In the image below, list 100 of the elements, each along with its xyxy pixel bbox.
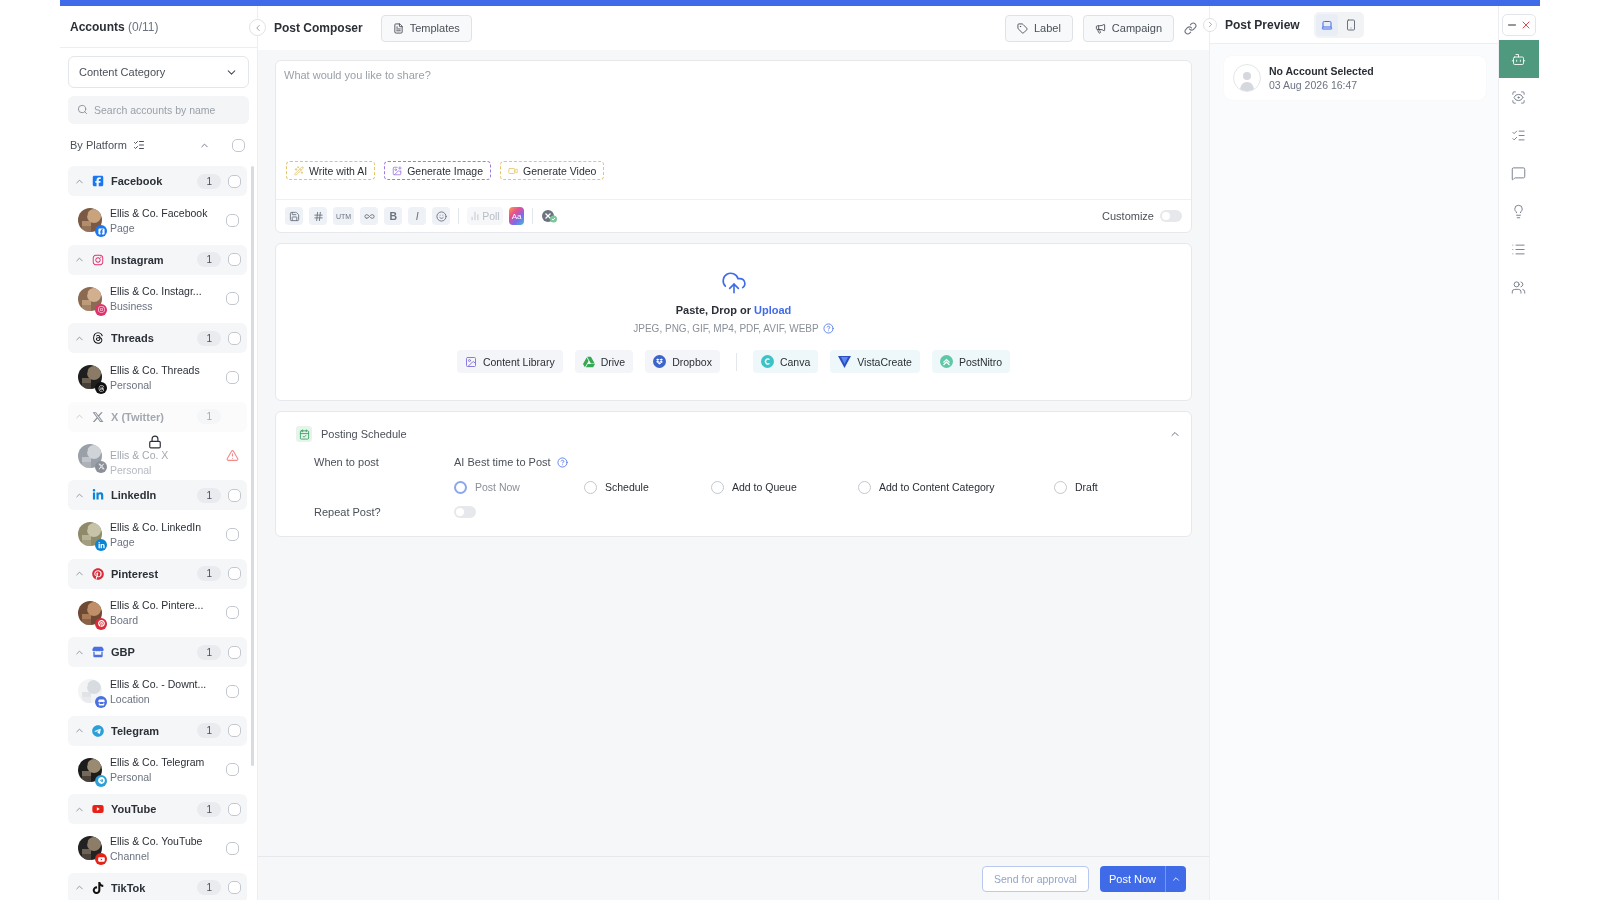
chevron-icon[interactable] <box>74 882 85 893</box>
platform-icon <box>92 410 104 423</box>
checkbox[interactable] <box>232 138 245 152</box>
text-style-button[interactable]: Aa <box>508 207 525 225</box>
upload-link[interactable]: Upload <box>754 304 792 316</box>
category-select[interactable]: Content Category <box>68 56 249 88</box>
postnitro-icon <box>939 355 953 368</box>
source-button[interactable]: Dropbox <box>645 350 720 373</box>
platform-icon <box>92 646 104 658</box>
tag-icon <box>1016 22 1028 34</box>
platform-header[interactable]: TikTok 1 <box>68 872 247 900</box>
bold-button[interactable]: B <box>384 207 403 225</box>
save-button[interactable] <box>285 207 303 225</box>
platform-name: Pinterest <box>111 567 159 580</box>
source-button[interactable]: Canva <box>752 350 819 373</box>
platform-icon <box>92 253 104 266</box>
repeat-toggle[interactable] <box>454 506 476 518</box>
platform-name: GBP <box>111 646 135 658</box>
account-row[interactable]: Ellis & Co. Threads Personal <box>68 355 247 400</box>
checkbox[interactable] <box>226 841 239 855</box>
infinity-button[interactable] <box>360 207 379 225</box>
post-now-button[interactable]: Post Now <box>1099 865 1165 892</box>
source-button[interactable]: Content Library <box>456 350 563 373</box>
platform-header[interactable]: YouTube 1 <box>68 794 247 824</box>
bot-button[interactable] <box>1498 40 1539 78</box>
customize-toggle[interactable] <box>1160 210 1182 222</box>
platform-name: LinkedIn <box>111 489 157 501</box>
count-badge: 1 <box>197 409 221 424</box>
hashtag-button[interactable] <box>309 207 327 225</box>
account-row[interactable]: Ellis & Co. LinkedIn Page <box>68 512 247 557</box>
account-name: Ellis & Co. Instagr... <box>110 285 202 298</box>
document-icon <box>392 22 404 34</box>
checkbox[interactable] <box>228 331 241 345</box>
platform-header[interactable]: Threads 1 <box>68 323 247 353</box>
generate-image-button[interactable]: Generate Image <box>384 161 492 180</box>
account-name: No Account Selected <box>1269 65 1374 77</box>
account-name: Ellis & Co. Facebook <box>110 206 208 219</box>
checkbox[interactable] <box>226 763 239 777</box>
drive-icon <box>582 355 595 368</box>
italic-button[interactable]: I <box>408 207 427 225</box>
link-icon[interactable] <box>1184 21 1197 35</box>
schedule-option[interactable]: Draft <box>1054 480 1181 494</box>
checkbox[interactable] <box>228 802 241 816</box>
checkbox[interactable] <box>228 253 241 266</box>
account-name: Ellis & Co. LinkedIn <box>110 520 202 533</box>
account-row[interactable]: Ellis & Co. YouTube Channel <box>68 826 247 871</box>
x-check-icon[interactable] <box>541 209 559 223</box>
generate-video-button[interactable]: Generate Video <box>500 161 605 180</box>
post-text-field[interactable]: What would you like to share? <box>276 61 1191 161</box>
checkbox[interactable] <box>228 174 241 188</box>
scrollbar-thumb[interactable] <box>251 166 254 766</box>
platform-header[interactable]: Instagram 1 <box>68 244 247 275</box>
platform-header[interactable]: LinkedIn 1 <box>68 480 247 510</box>
checkbox[interactable] <box>226 370 239 384</box>
platform-header[interactable]: Telegram 1 <box>68 715 247 746</box>
schedule-option[interactable]: Add to Content Category <box>858 480 1054 494</box>
checkbox[interactable] <box>228 488 241 502</box>
checkbox[interactable] <box>228 724 241 737</box>
chart-icon <box>470 211 481 221</box>
hashtag-icon <box>312 210 324 222</box>
platform-header[interactable]: Pinterest 1 <box>68 558 247 589</box>
checkbox[interactable] <box>226 606 239 620</box>
checkbox[interactable] <box>226 527 239 541</box>
people-icon <box>1511 279 1526 295</box>
schedule-option[interactable]: Add to Queue <box>711 480 858 494</box>
emoji-button[interactable] <box>432 207 451 225</box>
dropbox-icon <box>653 355 667 368</box>
laptop-button[interactable] <box>1315 13 1338 36</box>
schedule-option[interactable]: Schedule <box>584 480 711 494</box>
post-options-button[interactable] <box>1165 865 1186 892</box>
preview-title: Post Preview <box>1225 17 1300 32</box>
help-icon[interactable] <box>556 456 568 468</box>
checkbox[interactable] <box>226 213 239 227</box>
label-button[interactable]: Label <box>1004 14 1073 42</box>
checkbox[interactable] <box>228 645 241 659</box>
count-badge: 1 <box>197 487 221 503</box>
source-button[interactable]: PostNitro <box>931 350 1011 373</box>
filter-icon[interactable] <box>132 139 145 151</box>
platform-header[interactable]: Facebook 1 <box>68 166 247 196</box>
checkbox[interactable] <box>226 292 239 306</box>
platform-name: TikTok <box>111 881 146 894</box>
checkbox[interactable] <box>226 684 239 698</box>
source-button[interactable]: VistaCreate <box>830 350 920 373</box>
help-icon[interactable] <box>822 323 834 334</box>
platform-header[interactable]: GBP 1 <box>68 637 247 667</box>
account-row[interactable]: Ellis & Co. Instagr... Business <box>68 276 247 321</box>
search-field[interactable]: Search accounts by name <box>68 96 249 124</box>
account-type: Personal <box>110 463 153 476</box>
write-ai-button[interactable]: Write with AI <box>286 161 376 180</box>
templates-button[interactable]: Templates <box>380 14 472 42</box>
image-plus-icon <box>392 165 403 176</box>
account-row[interactable]: Ellis & Co. Facebook Page <box>68 198 247 243</box>
megaphone-icon <box>1094 22 1106 34</box>
account-row[interactable]: Ellis & Co. Telegram Personal <box>68 747 247 792</box>
account-row[interactable]: Ellis & Co. Pintere... Board <box>68 590 247 635</box>
checkbox[interactable] <box>228 567 241 580</box>
campaign-button[interactable]: Campaign <box>1082 14 1174 42</box>
source-button[interactable]: Drive <box>574 350 634 373</box>
account-row[interactable]: Ellis & Co. - Downt... Location <box>68 669 247 714</box>
checkbox[interactable] <box>228 881 241 894</box>
